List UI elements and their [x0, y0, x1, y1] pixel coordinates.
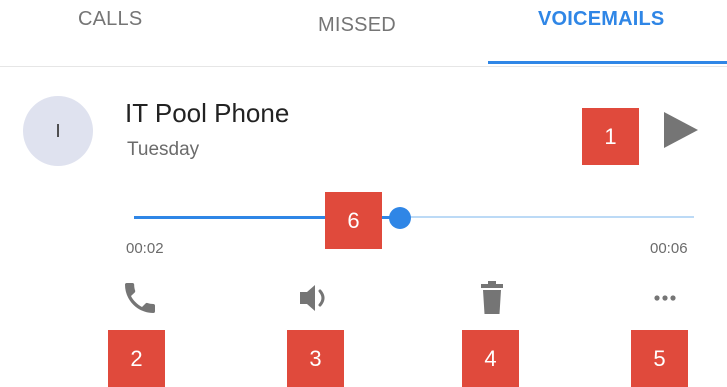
tab-missed[interactable]: MISSED [318, 14, 396, 37]
trash-icon [481, 281, 503, 314]
more-button[interactable] [645, 278, 685, 318]
progress-thumb[interactable] [389, 207, 411, 229]
play-icon [664, 112, 698, 148]
annotation-badge-2: 2 [108, 330, 165, 387]
call-button[interactable] [120, 278, 160, 318]
avatar-initial: I [55, 120, 61, 141]
progress-track[interactable] [400, 216, 694, 218]
active-tab-indicator [488, 61, 727, 64]
caller-name: IT Pool Phone [125, 98, 290, 128]
tab-voicemails[interactable]: VOICEMAILS [538, 8, 664, 31]
time-total: 00:06 [650, 240, 688, 257]
tab-calls[interactable]: CALLS [78, 8, 142, 31]
annotation-badge-3: 3 [287, 330, 344, 387]
delete-button[interactable] [472, 278, 512, 318]
annotation-badge-1: 1 [582, 108, 639, 165]
speaker-icon [300, 285, 325, 311]
voicemail-date: Tuesday [127, 139, 200, 160]
time-elapsed: 00:02 [126, 240, 164, 257]
play-button[interactable] [664, 112, 698, 148]
speaker-button[interactable] [296, 278, 336, 318]
avatar: I [23, 96, 93, 166]
annotation-badge-5: 5 [631, 330, 688, 387]
call-icon [125, 283, 155, 313]
more-icon [654, 295, 676, 301]
annotation-badge-4: 4 [462, 330, 519, 387]
annotation-badge-6: 6 [325, 192, 382, 249]
tab-bar: CALLS MISSED VOICEMAILS [0, 0, 727, 67]
